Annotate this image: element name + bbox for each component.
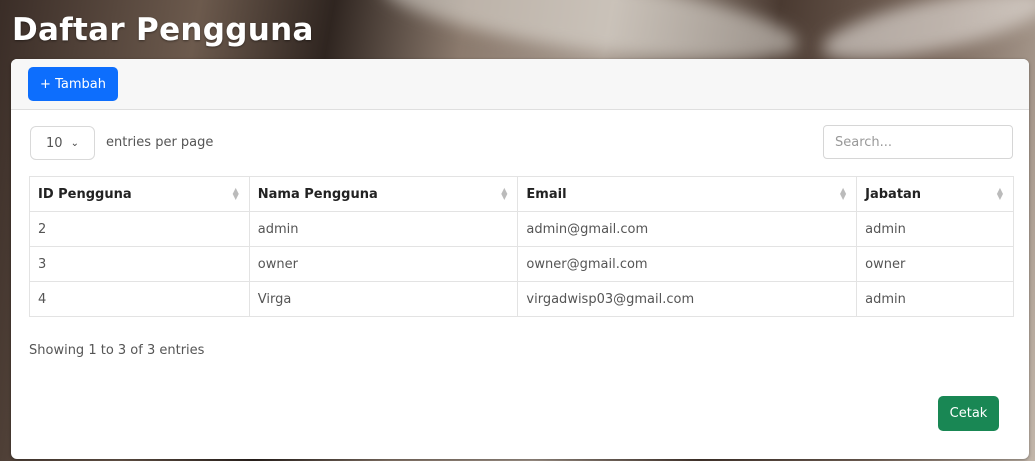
- column-header-label: Jabatan: [865, 186, 922, 202]
- cell-role: admin: [856, 211, 1014, 247]
- cell-email: owner@gmail.com: [517, 246, 858, 282]
- cell-name: admin: [248, 211, 519, 247]
- table-header-row: ID Pengguna ▲ ▼ Nama Pengguna ▲ ▼ Email ▲ ▼ Ja…: [29, 176, 1014, 212]
- sort-icon: ▲ ▼: [501, 186, 508, 201]
- cell-id: 2: [29, 211, 250, 247]
- print-button[interactable]: Cetak: [938, 396, 999, 431]
- card-header: + Tambah: [11, 59, 1029, 110]
- sort-icon: ▲ ▼: [232, 186, 239, 201]
- cell-email: admin@gmail.com: [517, 211, 858, 247]
- page-title: Daftar Pengguna: [12, 12, 314, 48]
- cell-id: 4: [29, 281, 250, 317]
- table-row: 2 admin admin@gmail.com admin: [29, 211, 1014, 247]
- cell-email: virgadwisp03@gmail.com: [517, 281, 858, 317]
- users-card: + Tambah 10 ⌄ entries per page ID Penggu…: [11, 59, 1029, 459]
- entries-per-page-value: 10: [46, 135, 63, 151]
- cell-role: admin: [856, 281, 1014, 317]
- search-input[interactable]: [823, 125, 1013, 159]
- cell-id: 3: [29, 246, 250, 282]
- sort-icon: ▲ ▼: [839, 186, 847, 201]
- column-header-label: Email: [526, 186, 567, 202]
- entries-per-page-label: entries per page: [106, 135, 214, 150]
- column-header-email[interactable]: Email ▲ ▼: [517, 176, 858, 212]
- table-info: Showing 1 to 3 of 3 entries: [29, 343, 205, 358]
- cell-name: owner: [248, 246, 519, 282]
- table-row: 3 owner owner@gmail.com owner: [29, 246, 1014, 282]
- entries-per-page-select[interactable]: 10 ⌄: [30, 126, 95, 160]
- column-header-label: Nama Pengguna: [257, 186, 378, 202]
- cell-name: Virga: [248, 281, 519, 317]
- add-user-button[interactable]: + Tambah: [28, 67, 118, 101]
- cell-role: owner: [856, 246, 1014, 282]
- column-header-id[interactable]: ID Pengguna ▲ ▼: [29, 176, 250, 212]
- sort-icon: ▲ ▼: [996, 186, 1003, 201]
- users-table: ID Pengguna ▲ ▼ Nama Pengguna ▲ ▼ Email ▲ ▼ Ja…: [29, 176, 1014, 317]
- column-header-name[interactable]: Nama Pengguna ▲ ▼: [248, 176, 519, 212]
- table-row: 4 Virga virgadwisp03@gmail.com admin: [29, 281, 1014, 317]
- column-header-label: ID Pengguna: [38, 186, 132, 202]
- chevron-down-icon: ⌄: [70, 137, 79, 149]
- column-header-role[interactable]: Jabatan ▲ ▼: [856, 176, 1014, 212]
